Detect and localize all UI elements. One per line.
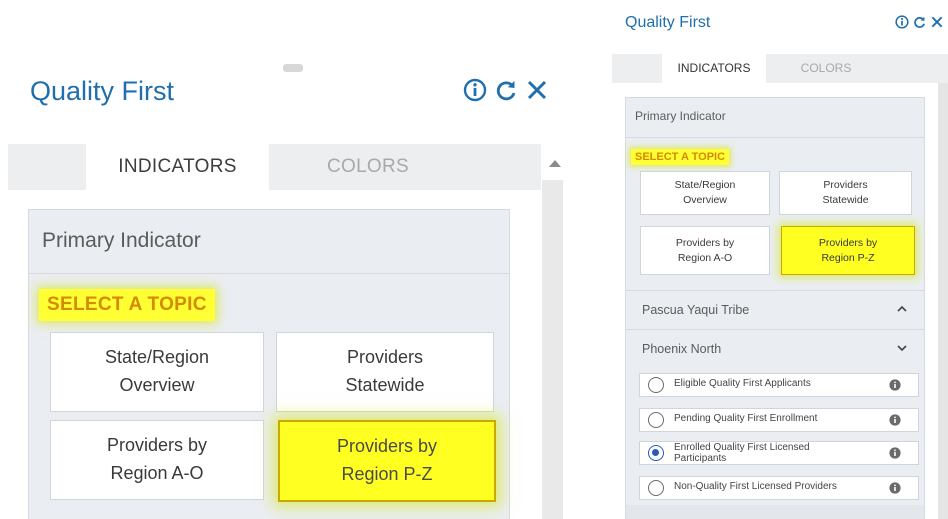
- close-icon[interactable]: [525, 78, 549, 102]
- topic-providers-region-a-o[interactable]: Providers by Region A-O: [50, 420, 264, 500]
- region-label: Phoenix North: [642, 342, 722, 356]
- topic-label-line2: Statewide: [345, 375, 425, 395]
- topic-providers-region-p-z[interactable]: Providers by Region P-Z: [781, 226, 915, 275]
- header-icons: [895, 15, 944, 29]
- region-accordion-phoenix-north[interactable]: Phoenix North: [626, 329, 924, 368]
- close-icon[interactable]: [930, 15, 944, 29]
- topic-label-line1: Providers: [346, 347, 424, 368]
- radio-button-checked[interactable]: [648, 445, 664, 461]
- info-filled-icon[interactable]: [889, 414, 901, 426]
- header-icons: [463, 78, 549, 102]
- tab-colors[interactable]: COLORS: [280, 144, 456, 190]
- zoomed-panel: Quality First INDICATORS COLORS Primary …: [8, 62, 563, 519]
- refresh-icon[interactable]: [912, 15, 927, 29]
- topic-label-line2: Region A-O: [110, 463, 204, 483]
- panel-title: Quality First: [30, 76, 175, 106]
- radio-button[interactable]: [648, 412, 664, 428]
- radio-button[interactable]: [648, 480, 664, 496]
- region-accordion-pascua-yaqui-tribe[interactable]: Pascua Yaqui Tribe: [626, 290, 924, 329]
- full-panel: Quality First INDICATORS COLORS Primary …: [612, 0, 948, 519]
- tab-indicators[interactable]: INDICATORS: [86, 144, 269, 190]
- topic-label-line1: State/Region: [674, 179, 736, 192]
- select-topic-heading: SELECT A TOPIC: [631, 149, 730, 165]
- indicator-label: Pending Quality First Enrollment: [674, 413, 818, 424]
- info-filled-icon[interactable]: [889, 482, 901, 494]
- panel-title: Quality First: [625, 14, 711, 31]
- indicator-label: Non-Quality First Licensed Providers: [674, 481, 837, 492]
- topic-label-line1: Providers by: [336, 436, 438, 457]
- indicator-option[interactable]: Eligible Quality First Applicants: [639, 373, 919, 397]
- scrollbar[interactable]: [938, 83, 948, 519]
- topic-label-line1: State/Region: [104, 347, 210, 368]
- region-label: Pascua Yaqui Tribe: [642, 303, 750, 317]
- divider: [29, 273, 509, 274]
- radio-button[interactable]: [648, 377, 664, 393]
- topic-label-line1: Providers by: [675, 236, 735, 249]
- topic-label-line2: Region P-Z: [341, 464, 433, 484]
- info-filled-icon[interactable]: [889, 447, 901, 459]
- indicator-label-line1: Enrolled Quality First Licensed: [674, 442, 810, 453]
- indicator-label: Eligible Quality First Applicants: [674, 378, 811, 389]
- topic-label-line2: Overview: [119, 375, 195, 395]
- topic-state-region-overview[interactable]: State/Region Overview: [50, 332, 264, 412]
- topic-state-region-overview[interactable]: State/Region Overview: [640, 171, 770, 215]
- info-circle-icon[interactable]: [895, 15, 909, 29]
- topic-providers-statewide[interactable]: Providers Statewide: [276, 332, 494, 412]
- topic-label-line2: Statewide: [822, 194, 869, 206]
- indicator-label-line2: Participants: [674, 452, 727, 464]
- drag-handle[interactable]: [283, 64, 303, 72]
- indicator-option[interactable]: Non-Quality First Licensed Providers: [639, 476, 919, 500]
- divider: [626, 137, 924, 138]
- select-topic-heading: SELECT A TOPIC: [39, 289, 215, 321]
- topic-label-line2: Overview: [683, 194, 727, 206]
- topic-providers-region-a-o[interactable]: Providers by Region A-O: [640, 226, 770, 275]
- chevron-down-icon[interactable]: [896, 342, 908, 354]
- topic-label-line2: Region A-O: [677, 251, 733, 264]
- info-circle-icon[interactable]: [463, 78, 487, 102]
- primary-indicator-label: Primary Indicator: [635, 109, 726, 123]
- tab-colors[interactable]: COLORS: [774, 54, 878, 83]
- tab-indicators[interactable]: INDICATORS: [662, 54, 766, 83]
- topic-providers-statewide[interactable]: Providers Statewide: [779, 171, 912, 215]
- chevron-up-icon[interactable]: [896, 303, 908, 315]
- scrollbar[interactable]: [542, 180, 563, 519]
- topic-providers-region-p-z[interactable]: Providers by Region P-Z: [278, 420, 496, 502]
- indicator-label: Enrolled Quality First Licensed Participa…: [674, 442, 874, 464]
- refresh-icon[interactable]: [493, 78, 519, 102]
- panel-footer-strip: [626, 505, 924, 519]
- scroll-up-arrow-icon[interactable]: [549, 160, 561, 167]
- topic-label-line2: Region P-Z: [821, 251, 875, 264]
- indicator-option-selected[interactable]: Enrolled Quality First Licensed Participa…: [639, 441, 919, 465]
- topic-label-line1: Providers by: [818, 236, 878, 249]
- indicator-option[interactable]: Pending Quality First Enrollment: [639, 408, 919, 432]
- topic-label-line1: Providers by: [106, 435, 208, 456]
- info-filled-icon[interactable]: [889, 379, 901, 391]
- primary-indicator-label: Primary Indicator: [42, 229, 201, 252]
- topic-label-line1: Providers: [823, 179, 868, 192]
